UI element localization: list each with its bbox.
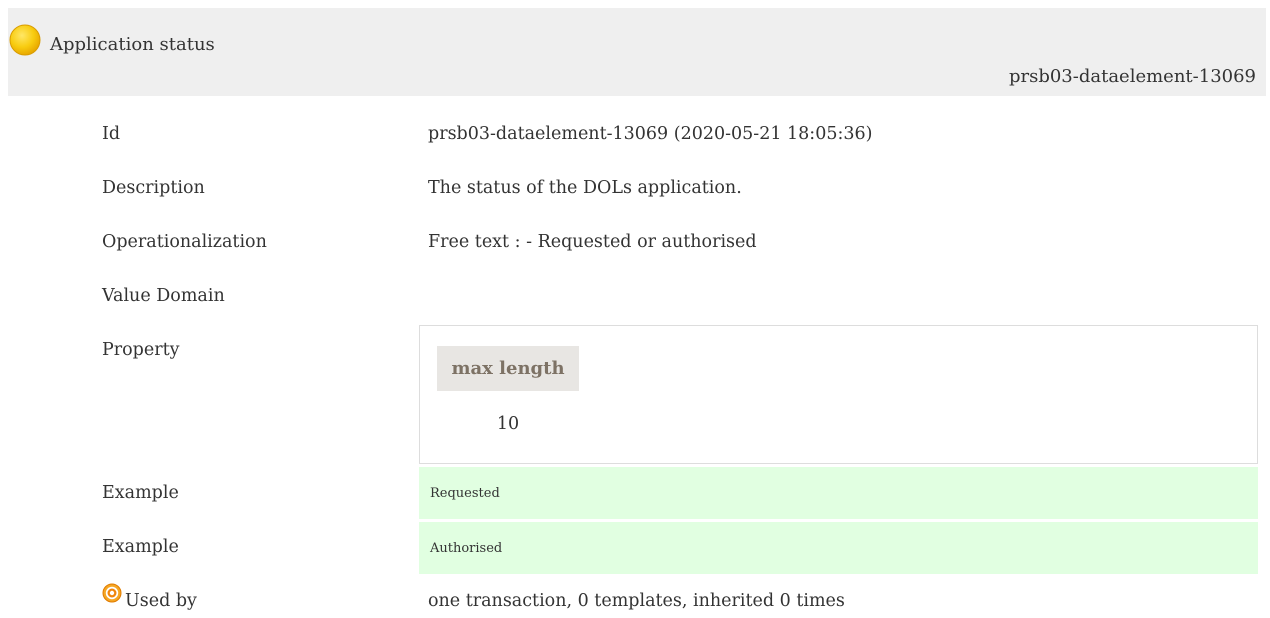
example-label: Example <box>102 537 179 557</box>
header-id: prsb03-dataelement-13069 <box>1008 66 1256 87</box>
page-header: Application status prsb03-dataelement-13… <box>8 8 1266 96</box>
used-by-label: Used by <box>125 591 197 611</box>
target-icon[interactable] <box>102 583 122 603</box>
example-value-box: Requested <box>419 467 1258 519</box>
page-title: Application status <box>50 34 215 55</box>
description-label: Description <box>102 178 205 198</box>
used-by-value[interactable]: one transaction, 0 templates, inherited … <box>428 591 845 611</box>
description-value: The status of the DOLs application. <box>428 178 742 198</box>
operationalization-value: Free text : - Requested or authorised <box>428 232 757 252</box>
example-label: Example <box>102 483 179 503</box>
property-column-header: max length <box>437 346 579 391</box>
property-table: max length 10 <box>419 325 1258 464</box>
property-column-value: 10 <box>496 414 520 434</box>
id-label: Id <box>102 124 121 144</box>
operationalization-label: Operationalization <box>102 232 267 252</box>
id-value: prsb03-dataelement-13069 (2020-05-21 18:… <box>428 124 873 144</box>
property-label: Property <box>102 340 180 360</box>
value-domain-label: Value Domain <box>102 286 225 306</box>
yellow-status-dot-icon <box>9 24 41 56</box>
example-value-box: Authorised <box>419 522 1258 574</box>
